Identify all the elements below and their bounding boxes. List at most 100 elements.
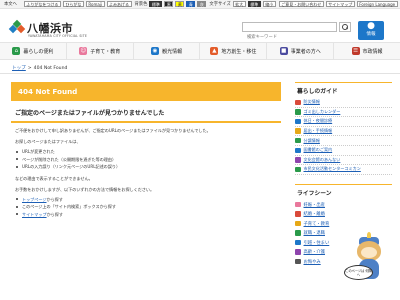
nav-item-living[interactable]: ⌂ 暮らしの便利 — [0, 43, 67, 59]
search-button[interactable] — [339, 22, 351, 32]
reason-outro: などの理由で表示することができません。 — [15, 175, 93, 181]
guide-item[interactable]: 休日・夜間診療 — [295, 117, 392, 127]
condolence-icon — [295, 258, 301, 265]
sitemap-page-link[interactable]: サイトマップ — [22, 212, 47, 217]
bg-standard-button[interactable]: 標準 — [149, 1, 163, 7]
list-item: トップページから探す — [16, 196, 281, 204]
culture-hall-icon — [295, 157, 301, 163]
font-shrink-button[interactable]: 縮小 — [262, 1, 276, 7]
furigana-button[interactable]: ふりがなをつける — [23, 1, 61, 7]
read-aloud-button[interactable]: よみあげる — [106, 1, 132, 7]
map-icon: ▲ — [210, 47, 219, 55]
community-icon — [295, 166, 301, 173]
breadcrumb-current: 404 Not Found — [33, 66, 68, 71]
font-enlarge-button[interactable]: 拡大 — [232, 1, 246, 7]
nav-label: 市政情報 — [362, 48, 383, 55]
foreign-language-link[interactable]: Foreign Language — [356, 1, 398, 7]
guide-title: 暮らしのガイド — [295, 82, 392, 98]
nav-label: 事業者の方へ — [290, 48, 321, 55]
marriage-icon — [295, 211, 301, 217]
mascot-speech-bubble: このページは 何階へ — [344, 265, 373, 280]
global-nav: ⌂ 暮らしの便利 ☺ 子育て・教育 ◉ 観光情報 ▲ 地方創生・移住 ■ 事業者… — [0, 42, 400, 60]
nav-item-childcare[interactable]: ☺ 子育て・教育 — [67, 43, 134, 59]
guide-item[interactable]: 分譲情報 — [295, 136, 392, 146]
land-icon — [295, 137, 301, 144]
bg-black-button[interactable]: 黒 — [164, 1, 174, 7]
nav-item-business[interactable]: ■ 事業者の方へ — [267, 43, 335, 59]
guide-item[interactable]: ゴミ出しカレンダー — [295, 108, 392, 118]
site-header: 八幡浜市 YAWATAHAMA CITY OFFICIAL SITE ● 情報 — [0, 9, 400, 42]
divider — [0, 73, 400, 74]
sitemap-link[interactable]: サイトマップ — [325, 1, 355, 7]
search-input[interactable] — [243, 33, 336, 42]
list-item: URLが変更された — [16, 148, 281, 156]
people-icon: ● — [367, 21, 375, 31]
bg-blue-button[interactable]: 青 — [186, 1, 196, 7]
romaji-button[interactable]: Romaji — [85, 1, 105, 7]
guide-item[interactable]: 防災情報 — [295, 98, 392, 108]
nav-label: 暮らしの便利 — [23, 48, 54, 55]
breadcrumb-home-link[interactable]: トップ — [12, 66, 26, 71]
breadcrumb: トップ >404 Not Found — [12, 66, 68, 71]
language-button-label: 情報 — [366, 32, 376, 37]
option-list: トップページから探す このページ上の「サイト内検索」ボックスから探す サイトマッ… — [11, 196, 281, 219]
bg-color-label: 背景色 — [134, 2, 148, 7]
disaster-icon — [295, 99, 301, 106]
house-icon: ⌂ — [12, 47, 21, 55]
font-size-label: 文字サイズ — [209, 2, 231, 7]
list-item: ページが削除された（公開期限を過ぎた等の理由） — [16, 156, 281, 164]
guide-item[interactable]: 届出・手続情報 — [295, 127, 392, 137]
guide-item[interactable]: 文化会館のあんない — [295, 156, 392, 166]
search-guidance: お手数をおかけしますが、以下のいずれかの方法で情報をお探しください。 — [15, 186, 155, 192]
garbage-icon — [295, 109, 301, 115]
list-item: サイトマップから探す — [16, 211, 281, 219]
life-scene-title: ライフシーン — [295, 183, 392, 200]
document-icon: ☰ — [351, 47, 360, 55]
nav-item-regional[interactable]: ▲ 地方創生・移住 — [200, 43, 268, 59]
search-icon — [342, 24, 348, 30]
language-button[interactable]: ● 情報 — [358, 21, 384, 40]
guide-item[interactable]: 市民文化活動センターコミカン — [295, 165, 392, 175]
error-heading: ご指定のページまたはファイルが見つかりませんでした — [11, 108, 281, 123]
reason-list: URLが変更された ページが削除された（公開期限を過ぎた等の理由） URLの入力… — [11, 148, 281, 171]
pregnancy-icon — [295, 201, 301, 208]
hiragana-button[interactable]: ひらがな — [62, 1, 84, 7]
building-icon: ■ — [279, 47, 288, 55]
utility-bar: 本文へ ふりがなをつける ひらがな Romaji よみあげる 背景色 標準 黒 … — [0, 0, 400, 9]
elderly-care-icon — [295, 249, 301, 255]
reason-intro: お探しのページまたはファイルは、 — [15, 139, 81, 144]
mascot-face — [361, 247, 377, 258]
contact-link[interactable]: ご意見・お問い合わせ — [278, 1, 324, 7]
main-content: 404 Not Found ご指定のページまたはファイルが見つかりませんでした … — [11, 82, 281, 218]
life-item[interactable]: 子育て・教育 — [295, 219, 392, 229]
top-page-link[interactable]: トップページ — [22, 197, 46, 202]
family-icon: ☺ — [79, 47, 88, 55]
nav-item-tourism[interactable]: ◉ 観光情報 — [134, 43, 201, 59]
page-title: 404 Not Found — [11, 82, 281, 101]
life-item[interactable]: 妊娠・出産 — [295, 200, 392, 210]
city-logo-icon[interactable] — [8, 19, 26, 35]
nav-label: 子育て・教育 — [90, 48, 121, 55]
list-item: URLの入力誤り（リンク元ページのURL記述の誤り） — [16, 163, 281, 171]
camera-icon: ◉ — [151, 47, 160, 55]
mascot-illustration: このページは 何階へ — [344, 232, 394, 297]
bg-yellow-button[interactable]: 黄 — [175, 1, 185, 7]
employment-icon — [295, 230, 301, 236]
life-item[interactable]: 結婚・離婚 — [295, 209, 392, 219]
guide-list: 防災情報 ゴミ出しカレンダー 休日・夜間診療 届出・手続情報 分譲情報 図書館の… — [295, 98, 392, 175]
list-item: このページ上の「サイト内検索」ボックスから探す — [16, 203, 281, 211]
nav-item-government[interactable]: ☰ 市政情報 — [334, 43, 400, 59]
moving-icon — [295, 239, 301, 246]
guide-item[interactable]: 図書館のご案内 — [295, 146, 392, 156]
bg-gray-button[interactable]: 灰 — [197, 1, 207, 7]
nav-label: 観光情報 — [162, 48, 183, 55]
library-icon — [295, 147, 301, 154]
education-icon — [295, 220, 301, 227]
site-subtitle: YAWATAHAMA CITY OFFICIAL SITE — [28, 34, 88, 38]
skip-link[interactable]: 本文へ — [4, 1, 17, 7]
search-box — [242, 22, 337, 42]
error-message: ご不便をおかけして申し訳ありませんが、ご指定のURLのページまたはファイルが見つ… — [15, 128, 211, 133]
medical-icon — [295, 118, 301, 125]
nav-label: 地方創生・移住 — [221, 48, 257, 55]
font-standard-button[interactable]: 標準 — [247, 1, 261, 7]
